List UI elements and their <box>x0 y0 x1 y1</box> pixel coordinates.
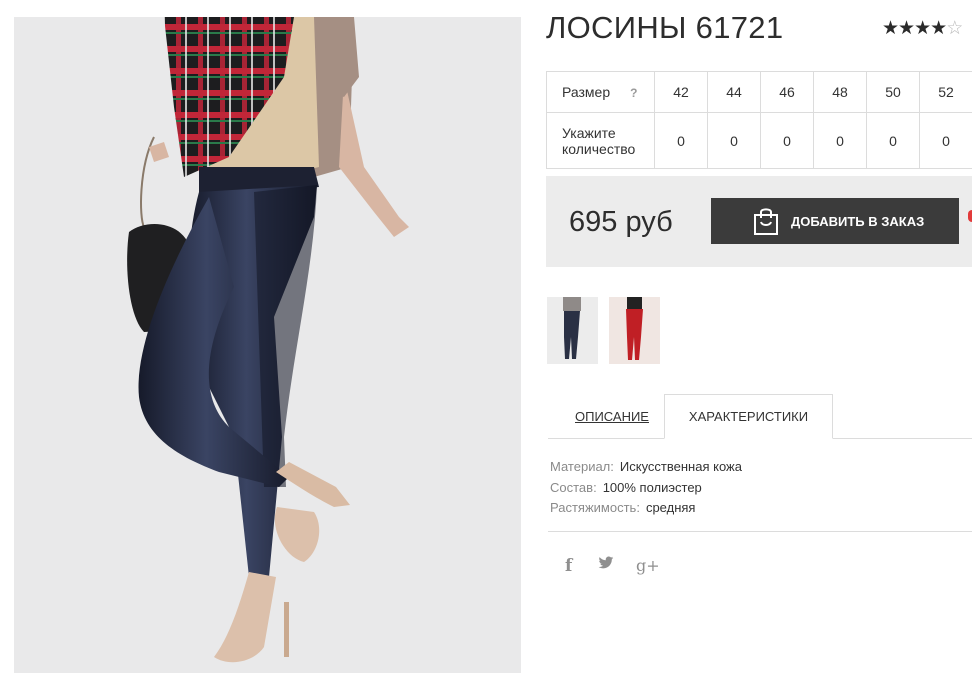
thumbnail-navy-image <box>547 297 598 364</box>
product-title: ЛОСИНЫ 61721 <box>546 10 784 45</box>
quantity-label: Укажите количество <box>546 112 655 169</box>
google-plus-icon[interactable]: g+ <box>636 556 660 575</box>
thumbnail-red-image <box>609 297 660 364</box>
star-icon: ★ <box>914 18 931 39</box>
spec-value: 100% полиэстер <box>602 479 702 495</box>
quantity-input-46[interactable]: 0 <box>760 112 814 169</box>
thumbnail-navy[interactable] <box>547 297 598 364</box>
social-divider <box>548 531 972 532</box>
spec-row: Состав: 100% полиэстер <box>550 478 742 499</box>
product-rating: ★★★★☆ <box>882 17 963 40</box>
spec-key: Материал: <box>550 459 614 474</box>
size-50: 50 <box>866 71 920 113</box>
star-icon: ★ <box>898 18 915 39</box>
product-photo-illustration <box>14 17 521 673</box>
spec-key: Состав: <box>550 479 597 495</box>
tab-characteristics[interactable]: ХАРАКТЕРИСТИКИ <box>664 394 833 439</box>
spec-row: Растяжимость: средняя <box>550 498 742 519</box>
facebook-icon[interactable]: f <box>565 556 572 576</box>
add-to-order-button[interactable]: ДОБАВИТЬ В ЗАКАЗ <box>711 198 959 244</box>
size-help-icon[interactable]: ? <box>630 86 637 100</box>
product-photo[interactable] <box>14 17 521 673</box>
spec-value: средняя <box>645 500 696 515</box>
spec-key: Растяжимость: <box>550 500 640 515</box>
quantity-input-52[interactable]: 0 <box>919 112 972 169</box>
size-44: 44 <box>707 71 761 113</box>
size-label-cell: Размер? <box>546 71 655 113</box>
size-42: 42 <box>654 71 708 113</box>
size-52: 52 <box>919 71 972 113</box>
size-48: 48 <box>813 71 867 113</box>
product-price: 695 руб <box>569 206 673 238</box>
thumbnail-red[interactable] <box>609 297 660 364</box>
tab-description[interactable]: ОПИСАНИЕ <box>575 409 649 424</box>
spec-row: Материал: Искусственная кожа <box>550 457 742 478</box>
edge-badge <box>968 210 972 222</box>
specs-list: Материал: Искусственная кожа Состав: 100% … <box>550 457 742 519</box>
add-to-order-label: ДОБАВИТЬ В ЗАКАЗ <box>791 213 925 229</box>
spec-value: Искусственная кожа <box>619 459 742 474</box>
star-outline-icon: ☆ <box>946 18 963 39</box>
size-46: 46 <box>760 71 814 113</box>
twitter-icon[interactable] <box>598 556 614 575</box>
star-icon: ★ <box>882 18 899 39</box>
shopping-bag-icon <box>752 206 780 236</box>
star-icon: ★ <box>930 18 947 39</box>
quantity-input-42[interactable]: 0 <box>654 112 708 169</box>
price-panel: 695 руб ДОБАВИТЬ В ЗАКАЗ <box>546 176 972 267</box>
quantity-input-50[interactable]: 0 <box>866 112 920 169</box>
quantity-input-44[interactable]: 0 <box>707 112 761 169</box>
quantity-input-48[interactable]: 0 <box>813 112 867 169</box>
size-table: Размер? 42 44 46 48 50 52 Укажите количе… <box>546 71 972 169</box>
size-label: Размер <box>562 84 611 100</box>
